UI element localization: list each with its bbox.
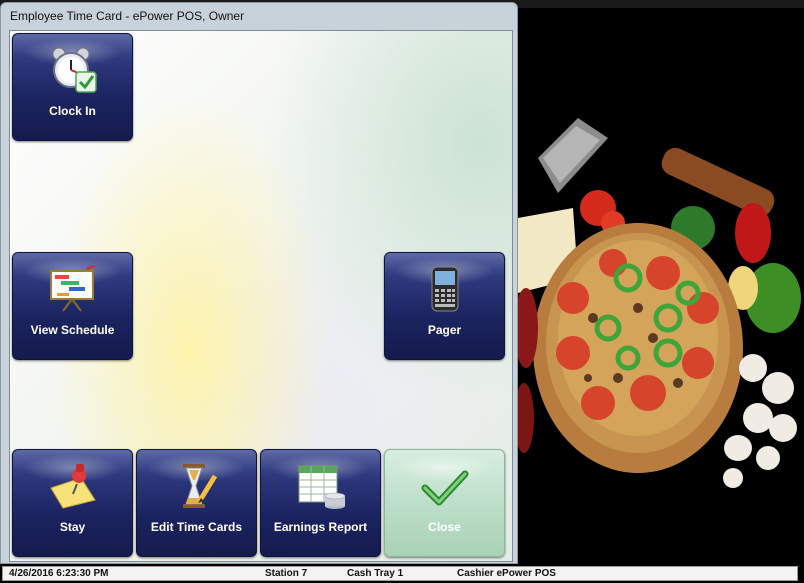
checkmark-icon <box>419 462 471 510</box>
pushpin-note-icon <box>47 462 99 510</box>
alarm-clock-checkmark-icon <box>47 46 99 94</box>
clock-in-label: Clock In <box>49 104 96 118</box>
edit-time-cards-label: Edit Time Cards <box>150 520 243 534</box>
screen: Employee Time Card - ePower POS, Owner C… <box>0 0 804 583</box>
status-datetime: 4/26/2016 6:23:30 PM <box>9 568 109 579</box>
status-bar-panel: 4/26/2016 6:23:30 PM Station 7 Cash Tray… <box>2 566 798 581</box>
hourglass-pencil-icon <box>171 462 223 510</box>
view-schedule-button[interactable]: View Schedule <box>12 252 133 360</box>
stay-button[interactable]: Stay <box>12 449 133 557</box>
close-button[interactable]: Close <box>384 449 505 557</box>
stay-label: Stay <box>59 520 86 534</box>
window-title: Employee Time Card - ePower POS, Owner <box>10 9 245 23</box>
background-pizza-photo <box>518 8 804 564</box>
clock-in-button[interactable]: Clock In <box>12 33 133 141</box>
edit-time-cards-button[interactable]: Edit Time Cards <box>136 449 257 557</box>
close-label: Close <box>428 520 461 534</box>
status-bar: 4/26/2016 6:23:30 PM Station 7 Cash Tray… <box>0 564 804 583</box>
status-station: Station 7 <box>265 568 308 579</box>
status-cash-tray: Cash Tray 1 <box>347 568 404 579</box>
view-schedule-label: View Schedule <box>30 323 115 337</box>
earnings-report-button[interactable]: Earnings Report <box>260 449 381 557</box>
pager-label: Pager <box>427 323 462 337</box>
blackberry-phone-icon <box>419 265 471 313</box>
pager-button[interactable]: Pager <box>384 252 505 360</box>
gantt-chart-icon <box>47 263 99 313</box>
spreadsheet-coins-icon <box>295 462 347 510</box>
status-cashier: Cashier ePower POS <box>457 568 556 579</box>
earnings-report-label: Earnings Report <box>273 520 368 534</box>
